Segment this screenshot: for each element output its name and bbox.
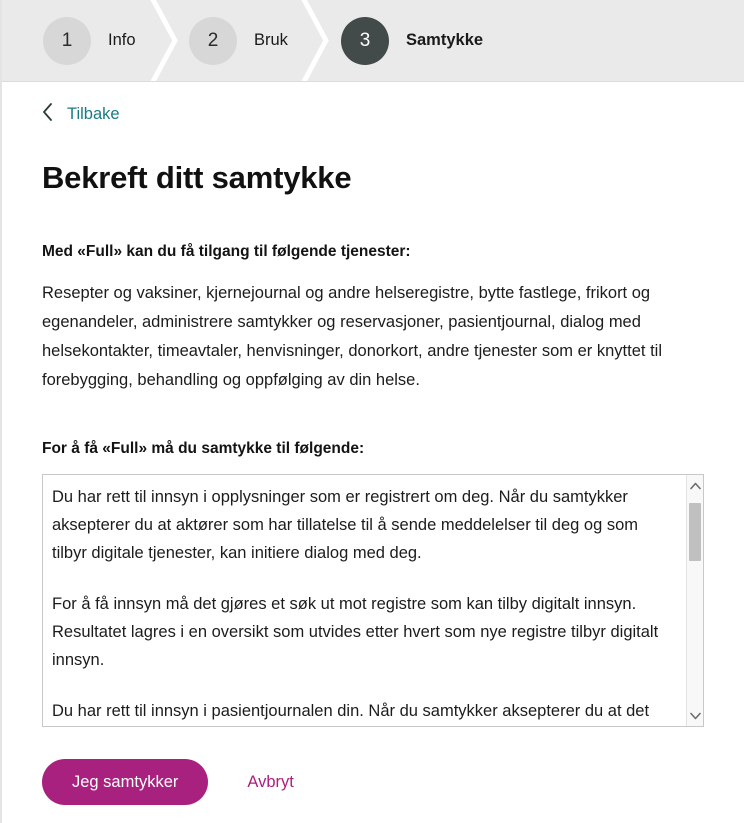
scroll-down-button[interactable]	[687, 707, 703, 724]
action-row: Jeg samtykker Avbryt	[42, 759, 704, 805]
consent-paragraph: Du har rett til innsyn i opplysninger so…	[52, 488, 639, 562]
back-link[interactable]: Tilbake	[42, 103, 120, 126]
cancel-button[interactable]: Avbryt	[247, 773, 293, 792]
step-1-number: 1	[61, 30, 73, 51]
step-3-number-badge: 3	[341, 16, 389, 65]
step-1-number-badge: 1	[43, 16, 91, 65]
consent-terms-scrollbox[interactable]: Du har rett til innsyn i opplysninger so…	[42, 474, 704, 727]
consent-button[interactable]: Jeg samtykker	[42, 759, 209, 805]
consent-terms-text: Du har rett til innsyn i opplysninger so…	[43, 475, 686, 726]
chevron-down-icon	[689, 712, 701, 719]
step-2-number-badge: 2	[189, 16, 237, 65]
scroll-up-button[interactable]	[687, 477, 703, 494]
consent-scrollbar[interactable]	[686, 475, 703, 726]
step-2-label: Bruk	[254, 31, 288, 49]
page-title: Bekreft ditt samtykke	[42, 160, 352, 195]
step-2-number: 2	[207, 30, 219, 51]
step-3-number: 3	[359, 30, 371, 51]
stepper-step-2[interactable]: 2 Bruk	[189, 0, 288, 81]
page-container: 1 Info 2 Bruk 3 Samtykke Tilbake Bekreft…	[0, 0, 744, 823]
services-paragraph: Resepter og vaksiner, kjernejournal og a…	[42, 284, 662, 389]
main-content: Tilbake Bekreft ditt samtykke Med «Full»…	[2, 82, 744, 805]
stepper-separator-1-icon	[139, 0, 183, 81]
step-1-label: Info	[108, 31, 136, 49]
stepper-separator-2-icon	[290, 0, 334, 81]
services-lead-text: Med «Full» kan du få tilgang til følgend…	[42, 243, 411, 260]
consent-paragraph: Du har rett til innsyn i pasientjournale…	[52, 702, 650, 720]
scrollbar-thumb[interactable]	[689, 503, 701, 561]
stepper-bar: 1 Info 2 Bruk 3 Samtykke	[2, 0, 744, 82]
consent-lead-text: For å få «Full» må du samtykke til følge…	[42, 440, 365, 457]
stepper-step-1[interactable]: 1 Info	[43, 0, 136, 81]
step-3-label: Samtykke	[406, 31, 484, 49]
back-link-label: Tilbake	[67, 105, 120, 123]
chevron-up-icon	[689, 482, 701, 489]
consent-paragraph: For å få innsyn må det gjøres et søk ut …	[52, 595, 659, 669]
chevron-left-icon	[42, 103, 53, 126]
stepper-step-3[interactable]: 3 Samtykke	[341, 0, 483, 81]
